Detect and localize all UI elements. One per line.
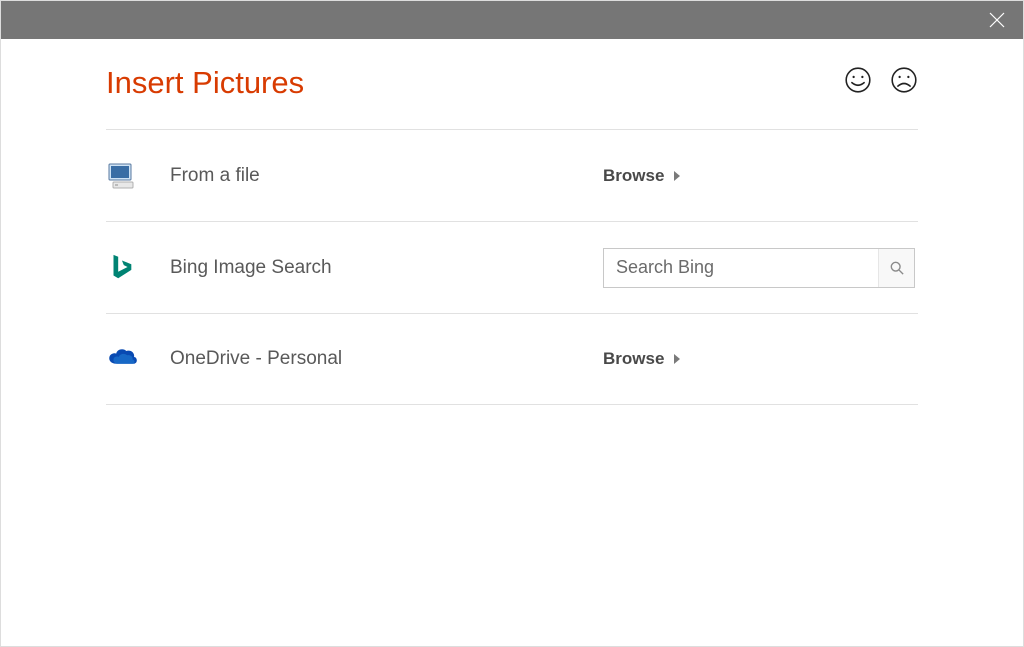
source-from-file: From a file Browse [106,129,918,221]
dialog-title: Insert Pictures [106,65,304,101]
source-bing-label: Bing Image Search [170,257,603,279]
source-onedrive-label: OneDrive - Personal [170,348,603,370]
bing-icon [106,252,138,284]
source-from-file-label: From a file [170,165,603,187]
feedback-sad-button[interactable] [890,66,918,94]
browse-onedrive-button[interactable]: Browse [603,349,680,369]
frown-icon [890,66,918,94]
source-onedrive: OneDrive - Personal Browse [106,313,918,405]
caret-right-icon [674,171,680,181]
close-icon [989,12,1005,28]
browse-file-button[interactable]: Browse [603,166,680,186]
browse-file-label: Browse [603,166,664,186]
bing-search-submit[interactable] [878,249,914,287]
onedrive-icon [106,343,138,375]
source-bing: Bing Image Search [106,221,918,313]
close-button[interactable] [985,8,1009,32]
dialog-titlebar [1,1,1023,39]
smile-icon [844,66,872,94]
feedback-happy-button[interactable] [844,66,872,94]
bing-search-input[interactable] [616,249,878,287]
bing-search-box [603,248,915,288]
computer-icon [106,160,138,192]
search-icon [890,261,904,275]
caret-right-icon [674,354,680,364]
browse-onedrive-label: Browse [603,349,664,369]
